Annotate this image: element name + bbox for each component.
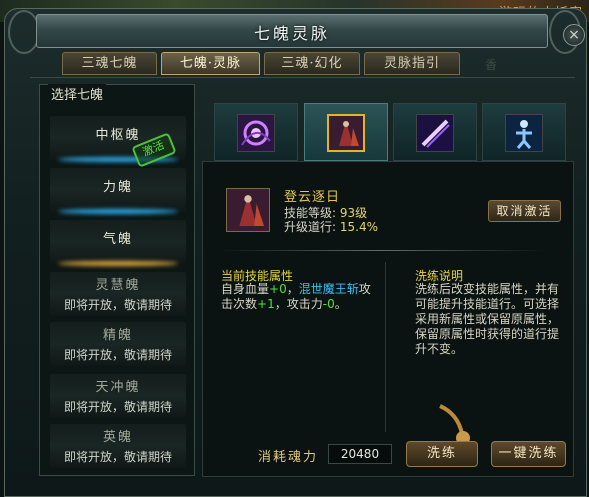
one-click-refine-button[interactable]: 一键洗练 bbox=[491, 441, 566, 467]
refine-button[interactable]: 洗练 bbox=[406, 441, 478, 467]
close-icon: × bbox=[568, 27, 580, 43]
close-button[interactable]: × bbox=[563, 24, 585, 46]
skill-slot-row bbox=[210, 103, 570, 161]
spirit-item-tianchong[interactable]: 天冲魄 即将开放，敬请期待 bbox=[50, 374, 186, 418]
tab-seven-spirits-meridian[interactable]: 七魄·灵脉 bbox=[161, 52, 260, 75]
cloaked-figure-icon bbox=[327, 114, 365, 152]
window-titlebar[interactable]: 七魄灵脉 bbox=[36, 14, 548, 48]
spirit-item-qi[interactable]: 气魄 bbox=[50, 220, 186, 266]
upgrade-value: 15.4% bbox=[339, 220, 378, 234]
swirl-magic-icon bbox=[237, 114, 275, 152]
attr-value: +0 bbox=[269, 282, 287, 296]
attr-text: ， bbox=[286, 282, 299, 296]
spirit-item-essence[interactable]: 精魄 即将开放，敬请期待 bbox=[50, 322, 186, 366]
lightning-slash-icon bbox=[416, 114, 454, 152]
refine-info-text: 洗练后改变技能属性，并有可能提升技能道行。可选择采用新属性或保留原属性，保留原属… bbox=[415, 282, 560, 356]
tab-three-souls[interactable]: 三魂七魄 bbox=[62, 52, 157, 75]
spirit-locked-status: 即将开放，敬请期待 bbox=[63, 348, 172, 362]
attr-text: 击次数 bbox=[221, 297, 258, 311]
spirit-name: 天冲魄 bbox=[95, 380, 141, 395]
tab-bar-extra-text: 香 bbox=[484, 58, 497, 72]
tab-meridian-guide[interactable]: 灵脉指引 bbox=[364, 52, 460, 75]
spirit-item-strength[interactable]: 力魄 bbox=[50, 168, 186, 214]
selection-glow bbox=[58, 261, 178, 266]
attr-text: 攻 bbox=[358, 282, 371, 296]
current-attributes-text: 自身血量+0，混世魔王斩攻 击次数+1，攻击力-0。 bbox=[221, 282, 376, 312]
skill-slot-4[interactable] bbox=[482, 103, 566, 161]
spirit-name: 英魄 bbox=[102, 430, 133, 445]
skill-slot-1[interactable] bbox=[214, 103, 298, 161]
attr-text: 。 bbox=[334, 297, 347, 311]
attr-value: +1 bbox=[257, 297, 275, 311]
tab-soul-transform[interactable]: 三魂·幻化 bbox=[264, 52, 360, 75]
spirit-list-title: 选择七魄 bbox=[48, 84, 107, 103]
spirit-name: 力魄 bbox=[102, 180, 133, 195]
column-divider bbox=[385, 262, 386, 432]
skill-slot-3[interactable] bbox=[393, 103, 477, 161]
soul-power-cost-label: 消耗魂力 bbox=[258, 450, 319, 465]
attr-text: ，攻击力 bbox=[274, 297, 323, 311]
attr-skill-name: 混世魔王斩 bbox=[298, 282, 359, 296]
skill-slot-2[interactable] bbox=[304, 103, 388, 161]
spirit-name: 气魄 bbox=[102, 232, 133, 247]
spirit-item-ying[interactable]: 英魄 即将开放，敬请期待 bbox=[50, 424, 186, 468]
spirit-locked-status: 即将开放，敬请期待 bbox=[63, 450, 172, 464]
soul-power-cost-value: 20480 bbox=[328, 444, 392, 464]
spirit-name: 灵慧魄 bbox=[95, 278, 141, 293]
attr-value: -0 bbox=[322, 297, 335, 311]
attr-text: 自身血量 bbox=[221, 282, 270, 296]
spirit-name: 精魄 bbox=[102, 328, 133, 343]
spirit-locked-status: 即将开放，敬请期待 bbox=[63, 400, 172, 414]
upgrade-label: 升级道行: bbox=[284, 220, 337, 234]
window-title: 七魄灵脉 bbox=[253, 24, 330, 43]
skill-name: 登云逐日 bbox=[284, 190, 341, 205]
selection-glow bbox=[58, 209, 178, 214]
spirit-locked-status: 即将开放，敬请期待 bbox=[63, 298, 172, 312]
tab-bar: 三魂七魄 七魄·灵脉 三魂·幻化 灵脉指引 香 bbox=[30, 50, 575, 78]
cloaked-figure-icon bbox=[226, 188, 270, 232]
upgrade-progress-row: 升级道行: 15.4% bbox=[284, 218, 378, 235]
divider bbox=[219, 250, 545, 251]
cancel-activation-button[interactable]: 取消激活 bbox=[488, 200, 561, 222]
spirit-item-wisdom[interactable]: 灵慧魄 即将开放，敬请期待 bbox=[50, 272, 186, 316]
glowing-body-icon bbox=[505, 114, 543, 152]
